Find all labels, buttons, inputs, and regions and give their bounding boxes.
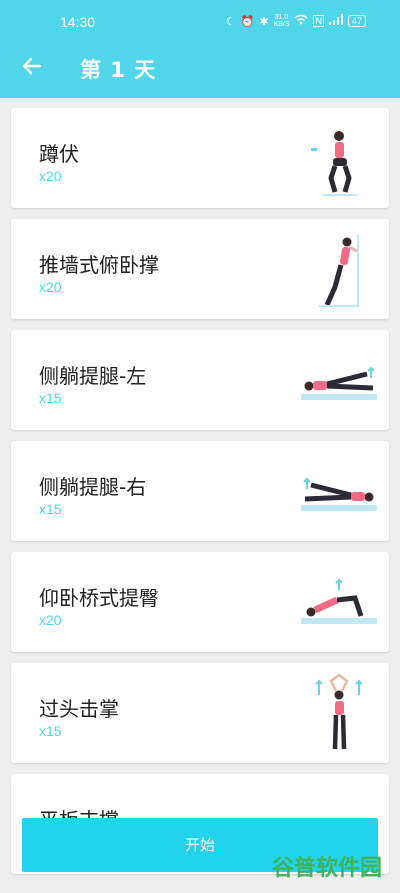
app-header: 14:30 ☾ ⏰ ✱ 31.0 KB/S N 47 第 1 天 [0, 0, 400, 98]
exercise-list[interactable]: 蹲伏 x20 推墙式俯卧撑 x20 侧躺提腿-左 x15 侧躺提腿-右 x15 … [0, 98, 400, 893]
exercise-card-glute-bridge[interactable]: 仰卧桥式提臀 x20 [11, 552, 389, 652]
network-speed: 31.0 KB/S [273, 14, 290, 28]
exercise-card-side-leg-raise-left[interactable]: 侧躺提腿-左 x15 [11, 330, 389, 430]
exercise-name: 侧躺提腿-左 [39, 364, 147, 388]
wifi-icon [294, 14, 308, 28]
page-title: 第 1 天 [80, 58, 157, 82]
moon-icon: ☾ [225, 15, 236, 28]
nfc-icon: N [313, 15, 324, 27]
exercise-name: 仰卧桥式提臀 [39, 586, 159, 610]
side-leg-raise-left-illustration-icon [301, 366, 377, 400]
exercise-reps: x20 [39, 612, 62, 628]
exercise-name: 侧躺提腿-右 [39, 475, 147, 499]
exercise-card-side-leg-raise-right[interactable]: 侧躺提腿-右 x15 [11, 441, 389, 541]
toolbar: 第 1 天 [0, 48, 400, 88]
status-icons: ☾ ⏰ ✱ 31.0 KB/S N 47 [226, 14, 366, 28]
exercise-card-squat[interactable]: 蹲伏 x20 [11, 108, 389, 208]
exercise-reps: x15 [39, 390, 62, 406]
back-button[interactable] [18, 52, 46, 80]
arrow-left-icon [22, 57, 42, 75]
bluetooth-icon: ✱ [259, 15, 269, 28]
exercise-name: 蹲伏 [39, 142, 79, 166]
squat-illustration-icon [311, 131, 357, 196]
side-leg-raise-right-illustration-icon [301, 477, 377, 511]
exercise-name: 过头击掌 [39, 697, 119, 721]
status-bar: 14:30 ☾ ⏰ ✱ 31.0 KB/S N 47 [0, 0, 400, 40]
exercise-reps: x15 [39, 723, 62, 739]
battery-indicator: 47 [347, 15, 366, 27]
exercise-card-overhead-clap[interactable]: 过头击掌 x15 [11, 663, 389, 763]
wall-pushup-illustration-icon [319, 235, 359, 307]
watermark: 谷普软件园 [272, 856, 383, 881]
glute-bridge-illustration-icon [301, 578, 377, 624]
status-time: 14:30 [60, 14, 96, 30]
overhead-clap-illustration-icon [315, 673, 363, 750]
alarm-icon: ⏰ [240, 15, 255, 28]
exercise-reps: x15 [39, 501, 62, 517]
exercise-name: 推墙式俯卧撑 [39, 253, 159, 277]
exercise-reps: x20 [39, 168, 62, 184]
exercise-reps: x20 [39, 279, 62, 295]
signal-icon [328, 14, 343, 28]
exercise-card-wall-pushup[interactable]: 推墙式俯卧撑 x20 [11, 219, 389, 319]
